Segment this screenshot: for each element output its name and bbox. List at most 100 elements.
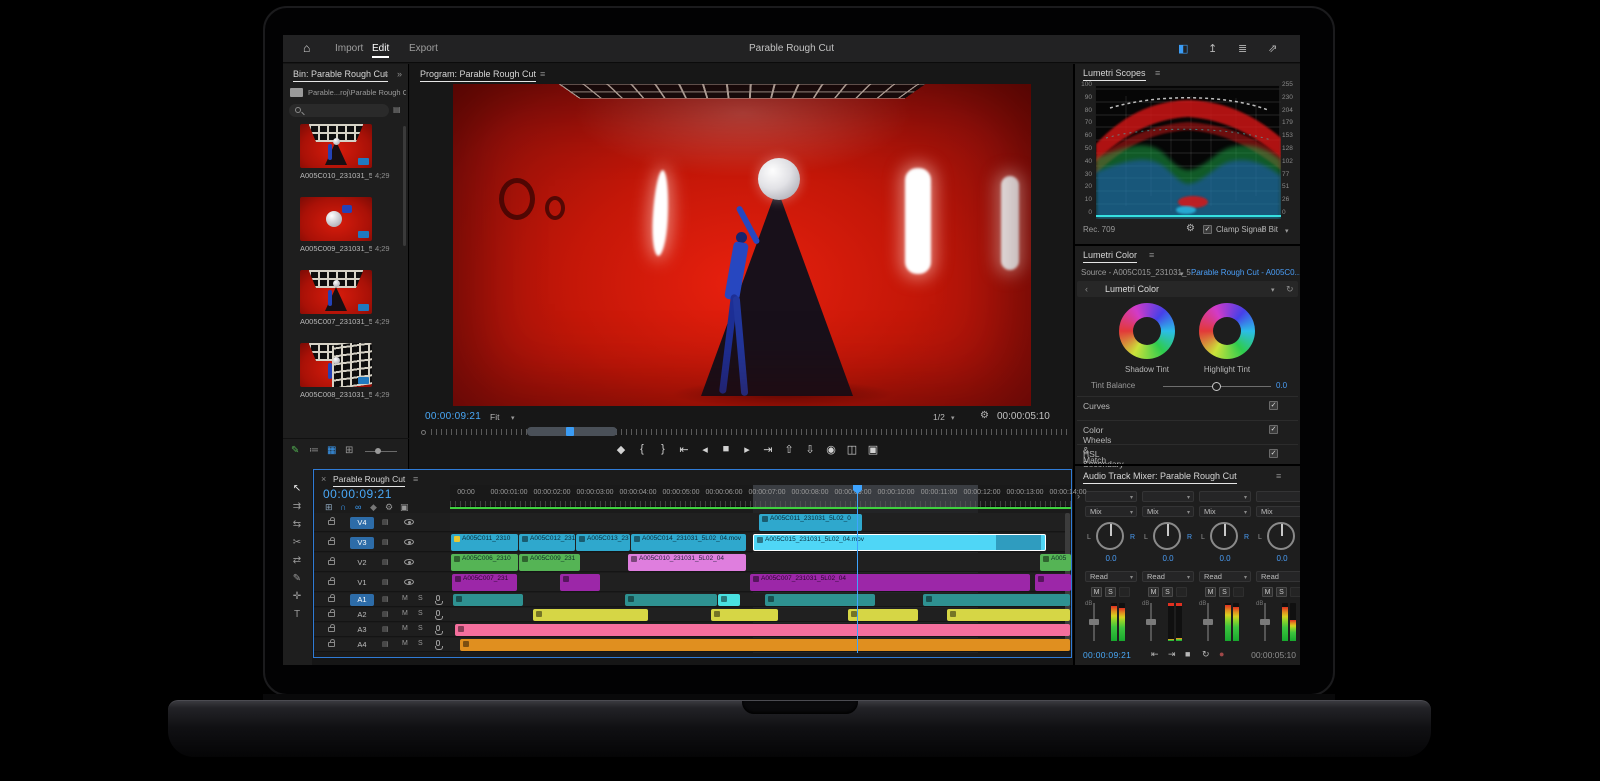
track-solo-button[interactable]: S: [418, 640, 423, 647]
track-mix-select[interactable]: Mix▾: [1199, 506, 1251, 517]
mute-button[interactable]: M: [1262, 587, 1273, 597]
video-clip[interactable]: [560, 574, 600, 591]
linked-selection-icon[interactable]: ∞: [355, 502, 361, 512]
fader-handle[interactable]: [1260, 619, 1270, 625]
go-to-in-button[interactable]: ⇤: [1151, 649, 1159, 660]
tint-balance-value[interactable]: 0.0: [1276, 381, 1287, 390]
audio-clip[interactable]: [533, 609, 648, 621]
bin-scrollbar[interactable]: [403, 126, 406, 246]
track-solo-button[interactable]: S: [418, 625, 423, 632]
playhead-line[interactable]: [857, 485, 858, 653]
record-arm-button[interactable]: [1176, 587, 1187, 597]
closed-caption-icon[interactable]: ▣: [400, 502, 409, 513]
lift-button[interactable]: ⇧: [781, 443, 797, 456]
section-hsl-secondary[interactable]: HSL Secondary: [1083, 449, 1124, 469]
track-header-v4[interactable]: V4▤: [314, 513, 450, 532]
solo-button[interactable]: S: [1162, 587, 1173, 597]
track-header-a1[interactable]: A1▤MS: [314, 593, 450, 607]
pan-value[interactable]: 0.0: [1256, 554, 1300, 563]
solo-button[interactable]: S: [1219, 587, 1230, 597]
step-back-button[interactable]: ◂: [697, 443, 713, 456]
audio-clip[interactable]: [625, 594, 717, 606]
multi-view-button[interactable]: ▣: [865, 443, 881, 456]
filter-bin-icon[interactable]: ▤: [393, 105, 401, 114]
effect-back-icon[interactable]: ‹: [1085, 284, 1088, 294]
source-patch-icon[interactable]: ▤: [382, 578, 389, 586]
source-patch-icon[interactable]: ▤: [382, 558, 389, 566]
source-patch-icon[interactable]: ▤: [382, 610, 389, 618]
razor-tool[interactable]: ✂: [287, 537, 307, 548]
track-lock-icon[interactable]: [328, 540, 335, 545]
track-output-select[interactable]: ▾: [1085, 491, 1137, 502]
extract-button[interactable]: ⇩: [802, 443, 818, 456]
video-clip[interactable]: A005C010_231031_5L02_04: [628, 554, 746, 571]
timeline-tab[interactable]: Parable Rough Cut: [333, 474, 405, 484]
fader-handle[interactable]: [1203, 619, 1213, 625]
program-playhead-handle[interactable]: [566, 427, 574, 436]
section-enable-checkbox[interactable]: ✓: [1269, 449, 1278, 458]
audio-clip[interactable]: [947, 609, 1070, 621]
organize-icon[interactable]: ≣: [1238, 42, 1247, 55]
scope-colorspace[interactable]: Rec. 709: [1083, 225, 1115, 234]
automation-mode-select[interactable]: Read▾: [1142, 571, 1194, 582]
zoom-level-select[interactable]: Fit: [490, 412, 499, 422]
pan-value[interactable]: 0.0: [1199, 554, 1251, 563]
track-header-a4[interactable]: A4▤MS: [314, 638, 450, 652]
tint-balance-handle[interactable]: [1212, 382, 1221, 391]
video-clip[interactable]: A005: [1040, 554, 1071, 571]
search-input[interactable]: [289, 104, 389, 117]
pen-tool[interactable]: ✎: [287, 573, 307, 584]
effect-reset-icon[interactable]: ↻: [1286, 284, 1294, 295]
effect-collapse-chevron-icon[interactable]: ▾: [1271, 286, 1275, 294]
track-name-v3[interactable]: V3: [350, 537, 374, 549]
video-clip[interactable]: A005C006_2310: [451, 554, 518, 571]
bin-tab[interactable]: Bin: Parable Rough Cut: [293, 69, 388, 79]
track-name-v1[interactable]: V1: [350, 577, 374, 589]
track-lock-icon[interactable]: [328, 612, 335, 617]
step-forward-button[interactable]: ▸: [739, 443, 755, 456]
export-frame-button[interactable]: ◉: [823, 443, 839, 456]
toggle-track-output-icon[interactable]: [404, 539, 414, 545]
record-arm-button[interactable]: [1290, 587, 1300, 597]
solo-button[interactable]: S: [1105, 587, 1116, 597]
clip-thumbnail[interactable]: [300, 343, 372, 387]
mute-button[interactable]: M: [1091, 587, 1102, 597]
go-to-in-button[interactable]: ⇤: [676, 443, 692, 456]
share-icon[interactable]: ↥: [1208, 42, 1217, 55]
track-mix-select[interactable]: Mix▾: [1085, 506, 1137, 517]
clamp-signal-checkbox[interactable]: ✓: [1203, 225, 1212, 234]
source-patch-icon[interactable]: ▤: [382, 595, 389, 603]
mixer-tab[interactable]: Audio Track Mixer: Parable Rough Cut: [1083, 471, 1237, 481]
track-lock-icon[interactable]: [328, 627, 335, 632]
toggle-track-output-icon[interactable]: [404, 519, 414, 525]
track-name-a1[interactable]: A1: [350, 594, 374, 606]
audio-clip[interactable]: [848, 609, 918, 621]
solo-button[interactable]: S: [1276, 587, 1287, 597]
track-output-select[interactable]: ▾: [1199, 491, 1251, 502]
scopes-menu-icon[interactable]: ≡: [1155, 68, 1160, 78]
lumetri-menu-icon[interactable]: ≡: [1149, 250, 1154, 260]
track-name-a2[interactable]: A2: [350, 609, 374, 621]
voiceover-record-icon[interactable]: [436, 625, 440, 631]
track-mute-button[interactable]: M: [402, 625, 408, 632]
track-header-a2[interactable]: A2▤MS: [314, 608, 450, 622]
track-solo-button[interactable]: S: [418, 610, 423, 617]
source-patch-icon[interactable]: ▤: [382, 625, 389, 633]
mixer-menu-icon[interactable]: ≡: [1276, 471, 1281, 481]
mark-out-button[interactable]: }: [655, 443, 671, 455]
automation-mode-select[interactable]: Read▾: [1199, 571, 1251, 582]
video-clip[interactable]: A005C009_231: [519, 554, 580, 571]
timeline-settings-icon[interactable]: ⚙: [385, 502, 393, 513]
program-timecode[interactable]: 00:00:09:21: [425, 411, 481, 422]
program-tab[interactable]: Program: Parable Rough Cut: [420, 69, 536, 79]
voiceover-record-icon[interactable]: [436, 640, 440, 646]
video-clip[interactable]: [1035, 574, 1071, 591]
clip-thumbnail[interactable]: [300, 270, 372, 314]
toggle-track-output-icon[interactable]: [404, 559, 414, 565]
audio-clip[interactable]: [453, 594, 523, 606]
section-enable-checkbox[interactable]: ✓: [1269, 425, 1278, 434]
workspaces-icon[interactable]: ◧: [1178, 42, 1188, 55]
comparison-view-button[interactable]: ◫: [844, 443, 860, 456]
scopes-tab[interactable]: Lumetri Scopes: [1083, 68, 1146, 78]
voiceover-record-icon[interactable]: [436, 595, 440, 601]
